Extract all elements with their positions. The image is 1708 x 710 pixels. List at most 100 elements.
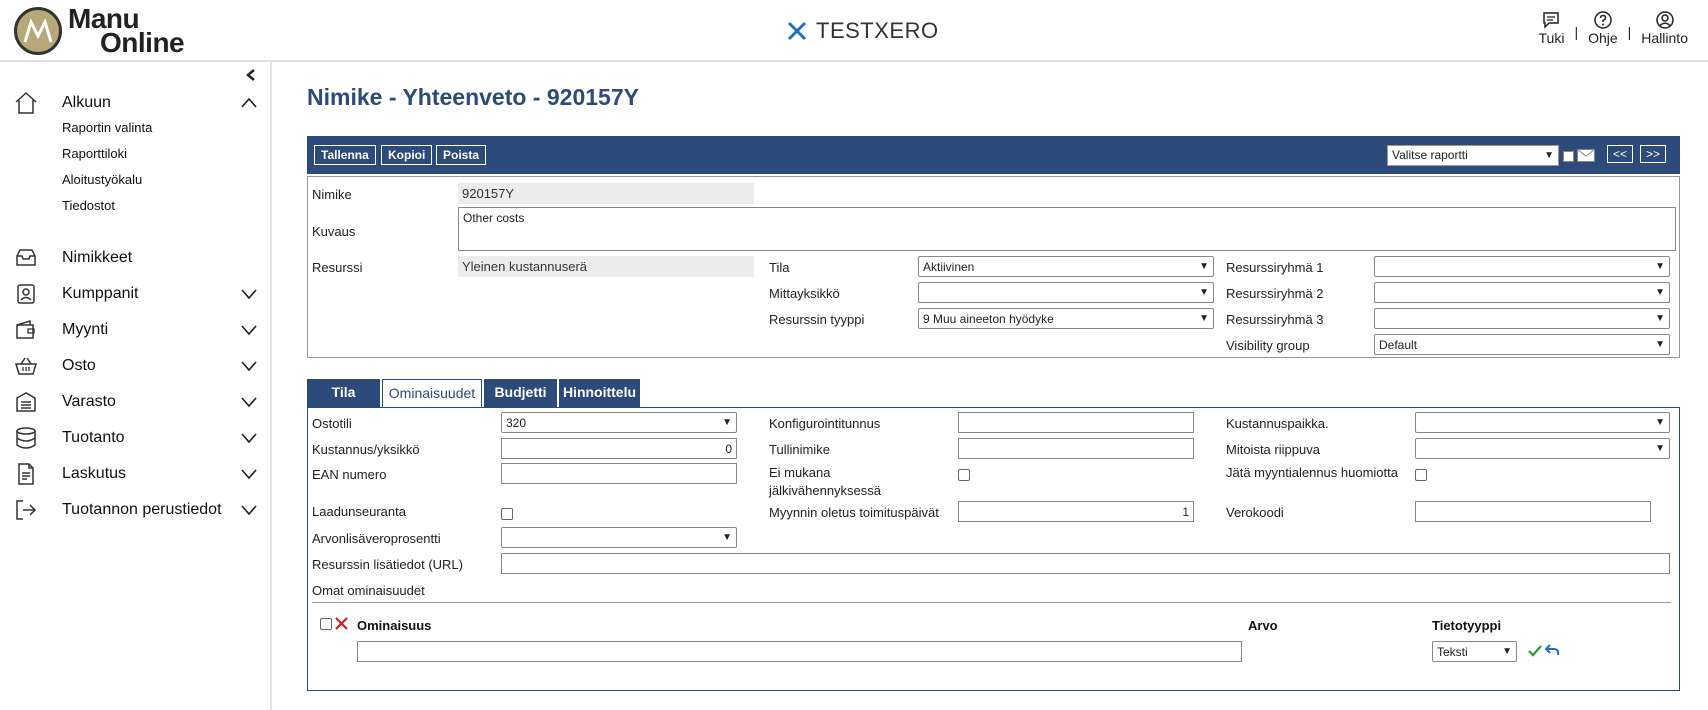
- mitoista-select[interactable]: ▼: [1415, 438, 1670, 459]
- properties-panel: Ostotili 320 ▼ Kustannus/yksikkö 0 EAN nu…: [307, 407, 1680, 691]
- copy-button[interactable]: Kopioi: [381, 145, 433, 165]
- tyyppi-select[interactable]: 9 Muu aineeton hyödyke ▼: [918, 308, 1214, 329]
- sidebar-item-label: Myynti: [62, 321, 109, 338]
- toolbar: Tallenna Kopioi Poista Valitse raportti …: [307, 136, 1680, 174]
- mittayksikko-select[interactable]: ▼: [918, 282, 1214, 303]
- support-label: Tuki: [1538, 30, 1565, 46]
- sidebar-item-label: Laskutus: [62, 465, 127, 482]
- tila-value: Aktiivinen: [923, 260, 975, 274]
- resurssi-label: Resurssi: [312, 260, 363, 275]
- chevron-down-icon: [241, 397, 257, 408]
- jata-alennus-checkbox[interactable]: [1415, 469, 1427, 481]
- top-actions: Tuki | Ohje | Hallinto: [1529, 10, 1699, 46]
- chevron-down-icon: ▼: [1655, 339, 1665, 350]
- xero-icon: [787, 21, 807, 41]
- chevron-left-icon[interactable]: [246, 68, 256, 84]
- sidebar-item-myynti[interactable]: Myynti: [0, 315, 270, 345]
- alv-select[interactable]: ▼: [501, 527, 737, 548]
- rg2-select[interactable]: ▼: [1374, 282, 1670, 303]
- prev-record-button[interactable]: <<: [1607, 145, 1634, 163]
- tab-hinnoittelu[interactable]: Hinnoittelu: [559, 379, 640, 407]
- chat-icon: [1543, 12, 1560, 29]
- sidebar-subitem-tiedostot[interactable]: Tiedostot: [62, 198, 115, 213]
- sidebar-subitem-raporttiloki[interactable]: Raporttiloki: [62, 146, 127, 161]
- delete-button[interactable]: Poista: [436, 145, 487, 165]
- ostotili-select[interactable]: 320 ▼: [501, 412, 737, 433]
- sidebar-item-osto[interactable]: Osto: [0, 351, 270, 381]
- logo-line-2: Online: [100, 27, 185, 58]
- email-checkbox[interactable]: [1563, 151, 1574, 162]
- tullinimike-input[interactable]: [958, 438, 1194, 459]
- ei-mukana-label: Ei mukana: [769, 465, 831, 480]
- save-button[interactable]: Tallenna: [314, 145, 376, 165]
- sidebar-item-label: Varasto: [62, 393, 116, 410]
- kustannuspaikka-select[interactable]: ▼: [1415, 412, 1670, 433]
- kuvaus-textarea[interactable]: Other costs: [458, 207, 1676, 251]
- report-select[interactable]: Valitse raportti ▼: [1387, 145, 1559, 166]
- konfigurointitunnus-label: Konfigurointitunnus: [769, 416, 881, 431]
- contacts-icon: [17, 284, 35, 304]
- document-icon: [18, 463, 34, 485]
- sidebar-item-laskutus[interactable]: Laskutus: [0, 459, 270, 489]
- sidebar-item-nimikkeet[interactable]: Nimikkeet: [0, 243, 270, 273]
- tab-budjetti[interactable]: Budjetti: [484, 379, 557, 407]
- select-all-checkbox[interactable]: [320, 618, 332, 630]
- kuvaus-label: Kuvaus: [312, 224, 356, 239]
- exit-icon: [16, 500, 37, 520]
- alv-label: Arvonlisäveroprosentti: [312, 531, 441, 546]
- chevron-down-icon: ▼: [1655, 443, 1665, 454]
- sidebar-item-label: Alkuun: [62, 94, 111, 111]
- url-input[interactable]: [501, 553, 1670, 574]
- tab-tila[interactable]: Tila: [307, 379, 380, 407]
- admin-button[interactable]: Hallinto: [1631, 10, 1698, 46]
- tila-select[interactable]: Aktiivinen ▼: [918, 256, 1214, 277]
- logo[interactable]: Manu Online: [14, 5, 185, 58]
- undo-icon[interactable]: [1545, 644, 1559, 656]
- sidebar-item-varasto[interactable]: Varasto: [0, 387, 270, 417]
- next-record-button[interactable]: >>: [1640, 145, 1667, 163]
- sidebar-item-label: Nimikkeet: [62, 249, 133, 266]
- ominaisuus-header: Ominaisuus: [357, 618, 432, 633]
- mail-icon[interactable]: [1577, 149, 1595, 162]
- verokoodi-input[interactable]: [1415, 501, 1651, 522]
- chevron-down-icon: [241, 289, 257, 300]
- sidebar-subitem-raportin-valinta[interactable]: Raportin valinta: [62, 120, 152, 135]
- help-button[interactable]: Ohje: [1578, 10, 1628, 46]
- chevron-down-icon: [241, 505, 257, 516]
- chevron-down-icon: ▼: [1655, 313, 1665, 324]
- rg1-label: Resurssiryhmä 1: [1226, 260, 1324, 275]
- chevron-down-icon: ▼: [722, 532, 732, 543]
- wallet-icon: [16, 319, 35, 339]
- sidebar-subitem-aloitustyokalu[interactable]: Aloitustyökalu: [62, 172, 142, 187]
- sidebar-item-tuotanto[interactable]: Tuotanto: [0, 423, 270, 453]
- kuvaus-value: Other costs: [463, 211, 525, 225]
- rg3-select[interactable]: ▼: [1374, 308, 1670, 329]
- resurssi-value: Yleinen kustannuserä: [458, 256, 754, 277]
- tab-bar: Tila Ominaisuudet Budjetti Hinnoittelu: [307, 379, 642, 407]
- delete-icon[interactable]: [335, 617, 348, 630]
- user-icon: [1655, 11, 1674, 29]
- sidebar-item-kumppanit[interactable]: Kumppanit: [0, 279, 270, 309]
- basket-icon: [14, 357, 38, 375]
- ean-input[interactable]: [501, 463, 737, 484]
- rg1-select[interactable]: ▼: [1374, 256, 1670, 277]
- nimike-label: Nimike: [312, 187, 352, 202]
- home-icon: [15, 91, 37, 114]
- laadunseuranta-checkbox[interactable]: [501, 508, 513, 520]
- sidebar-item-tuotannon-perustiedot[interactable]: Tuotannon perustiedot: [0, 495, 270, 525]
- ominaisuus-input[interactable]: [357, 641, 1242, 662]
- kustannus-input[interactable]: 0: [501, 438, 737, 459]
- help-label: Ohje: [1588, 30, 1618, 46]
- visibility-select[interactable]: Default ▼: [1374, 334, 1670, 355]
- checkmark-icon[interactable]: [1528, 645, 1542, 657]
- chevron-down-icon: ▼: [1655, 261, 1665, 272]
- ei-mukana-checkbox[interactable]: [958, 469, 970, 481]
- chevron-down-icon: ▼: [1199, 261, 1209, 272]
- sidebar-item-alkuun[interactable]: Alkuun: [0, 88, 270, 118]
- tab-ominaisuudet[interactable]: Ominaisuudet: [382, 379, 482, 407]
- tietotyyppi-select[interactable]: Teksti ▼: [1432, 641, 1517, 662]
- konfigurointitunnus-input[interactable]: [958, 412, 1194, 433]
- visibility-label: Visibility group: [1226, 338, 1310, 353]
- toimituspaivat-input[interactable]: 1: [958, 501, 1194, 522]
- support-button[interactable]: Tuki: [1529, 10, 1575, 46]
